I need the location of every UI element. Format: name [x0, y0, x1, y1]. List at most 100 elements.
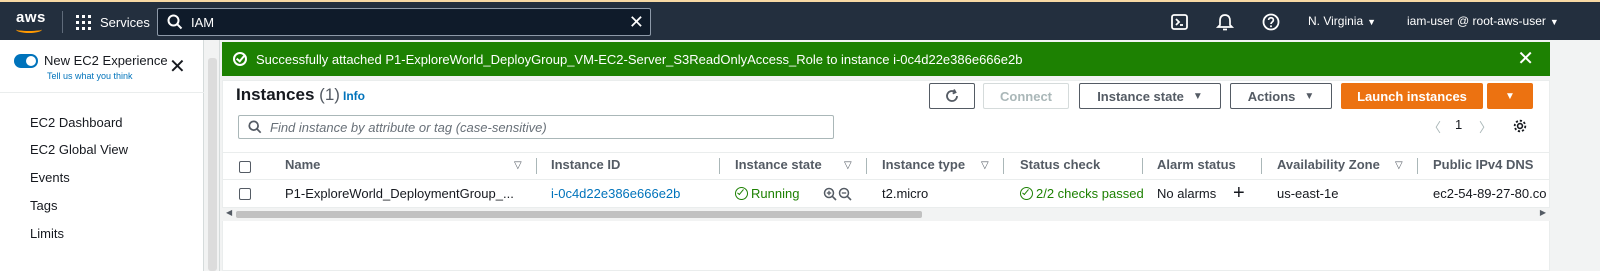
row-checkbox[interactable] [239, 188, 251, 200]
instance-filter-input[interactable]: Find instance by attribute or tag (case-… [238, 115, 834, 139]
instance-type-value: t2.micro [882, 186, 929, 201]
column-header-public-ipv4-dns[interactable]: Public IPv4 DNS [1433, 157, 1533, 172]
success-flash-banner: Successfully attached P1-ExploreWorld_De… [222, 42, 1550, 76]
scroll-right-icon[interactable]: ▶ [1540, 208, 1546, 217]
grid-icon [76, 14, 91, 30]
caret-down-icon: ▼ [1505, 90, 1515, 102]
search-value: IAM [191, 14, 215, 30]
new-experience-label: New EC2 Experience [44, 53, 168, 68]
column-resizer[interactable] [536, 158, 537, 174]
info-link[interactable]: Info [343, 89, 365, 103]
feedback-link[interactable]: Tell us what you think [47, 71, 133, 81]
page-scrollbar[interactable] [1550, 40, 1568, 271]
sidebar-item-ec2-dashboard[interactable]: EC2 Dashboard [30, 115, 123, 130]
instance-state-dropdown[interactable]: Instance state ▼ [1079, 83, 1221, 109]
status-check-cell[interactable]: 2/2 checks passed [1020, 186, 1144, 201]
instances-heading: Instances (1) [236, 85, 340, 105]
refresh-icon [946, 89, 958, 102]
actions-label: Actions [1247, 88, 1296, 104]
dismiss-flash-icon[interactable]: ✕ [1517, 49, 1534, 69]
new-experience-toggle[interactable] [14, 54, 38, 68]
services-label: Services [100, 14, 150, 30]
settings-gear-icon[interactable] [1512, 118, 1528, 134]
column-header-status-check[interactable]: Status check [1020, 157, 1100, 172]
refresh-button[interactable] [929, 83, 975, 109]
column-header-availability-zone[interactable]: Availability Zone [1277, 157, 1380, 172]
sidebar-item-tags[interactable]: Tags [30, 198, 57, 213]
close-icon[interactable]: ✕ [169, 57, 186, 77]
top-navigation: aws Services IAM ✕ N. Virginia ▼ iam-user… [0, 0, 1600, 40]
region-label: N. Virginia [1308, 14, 1364, 28]
sort-caret-icon[interactable]: ▽ [514, 160, 522, 171]
caret-down-icon: ▼ [1367, 17, 1377, 27]
instance-name: P1-ExploreWorld_DeploymentGroup_... [285, 186, 514, 201]
zoom-in-icon[interactable] [823, 187, 837, 201]
column-resizer[interactable] [719, 158, 720, 174]
cloudshell-icon[interactable] [1170, 12, 1190, 32]
zoom-out-icon[interactable] [838, 187, 852, 201]
aws-logo-text: aws [16, 9, 46, 26]
status-check-icon [1020, 187, 1033, 200]
instance-state-cell: Running [735, 186, 799, 201]
launch-instances-button[interactable]: Launch instances [1341, 83, 1483, 109]
divider [62, 11, 63, 33]
availability-zone-value: us-east-1e [1277, 186, 1339, 201]
notifications-bell-icon[interactable] [1215, 12, 1235, 32]
search-icon [167, 14, 183, 30]
column-resizer[interactable] [1142, 158, 1143, 174]
column-header-instance-id[interactable]: Instance ID [551, 157, 620, 172]
instance-state-value: Running [751, 186, 800, 201]
connect-label: Connect [1000, 88, 1052, 104]
scrollbar-thumb[interactable] [208, 58, 217, 271]
select-all-checkbox[interactable] [239, 161, 251, 173]
aws-smile-icon [16, 26, 42, 33]
services-menu-button[interactable]: Services [76, 10, 150, 34]
caret-down-icon: ▼ [1304, 90, 1315, 102]
column-header-name[interactable]: Name [285, 157, 320, 172]
region-selector[interactable]: N. Virginia ▼ [1308, 14, 1376, 28]
alarm-status-value: No alarms [1157, 186, 1217, 201]
sort-caret-icon[interactable]: ▽ [981, 160, 989, 171]
clear-search-icon[interactable]: ✕ [629, 12, 644, 32]
column-resizer[interactable] [1417, 158, 1418, 174]
actions-dropdown[interactable]: Actions ▼ [1230, 83, 1332, 109]
table-header: Name ▽ Instance ID Instance state ▽ Inst… [222, 152, 1550, 180]
account-menu[interactable]: iam-user @ root-aws-user ▼ [1407, 14, 1559, 28]
sidebar-item-limits[interactable]: Limits [30, 226, 64, 241]
scrollbar-thumb[interactable] [236, 211, 922, 218]
sort-caret-icon[interactable]: ▽ [844, 160, 852, 171]
column-header-alarm-status[interactable]: Alarm status [1157, 157, 1236, 172]
column-header-instance-type[interactable]: Instance type [882, 157, 965, 172]
previous-page-icon[interactable]: 〈 [1428, 117, 1441, 136]
divider [0, 92, 204, 93]
caret-down-icon: ▼ [1549, 17, 1559, 27]
column-header-instance-state[interactable]: Instance state [735, 157, 822, 172]
launch-instances-label: Launch instances [1357, 88, 1467, 104]
sidebar-item-events[interactable]: Events [30, 170, 70, 185]
aws-logo[interactable]: aws [12, 8, 52, 36]
column-resizer[interactable] [1261, 158, 1262, 174]
connect-button[interactable]: Connect [983, 83, 1069, 109]
instances-count: (1) [319, 85, 340, 104]
search-input[interactable]: IAM ✕ [157, 8, 651, 36]
flash-message: Successfully attached P1-ExploreWorld_De… [256, 51, 1023, 67]
instance-id-link[interactable]: i-0c4d22e386e666e2b [551, 186, 680, 201]
table-row[interactable]: P1-ExploreWorld_DeploymentGroup_... i-0c… [222, 180, 1550, 208]
column-resizer[interactable] [866, 158, 867, 174]
instance-state-label: Instance state [1097, 88, 1184, 104]
caret-down-icon: ▼ [1192, 90, 1203, 102]
public-dns-value: ec2-54-89-27-80.co [1433, 186, 1547, 201]
sidebar-item-ec2-global-view[interactable]: EC2 Global View [30, 142, 128, 157]
sidebar: New EC2 Experience Tell us what you thin… [0, 40, 204, 271]
current-page[interactable]: 1 [1455, 117, 1462, 132]
scroll-left-icon[interactable]: ◀ [226, 208, 232, 217]
launch-options-dropdown[interactable]: ▼ [1487, 83, 1533, 109]
column-resizer[interactable] [1003, 158, 1004, 174]
sidebar-scrollbar[interactable] [205, 40, 220, 271]
add-alarm-icon[interactable]: + [1233, 182, 1245, 205]
next-page-icon[interactable]: 〉 [1479, 117, 1492, 136]
horizontal-scrollbar[interactable]: ◀ ▶ [222, 208, 1550, 221]
help-icon[interactable] [1261, 12, 1281, 32]
sort-caret-icon[interactable]: ▽ [1395, 160, 1403, 171]
main-content: Successfully attached P1-ExploreWorld_De… [220, 40, 1550, 271]
